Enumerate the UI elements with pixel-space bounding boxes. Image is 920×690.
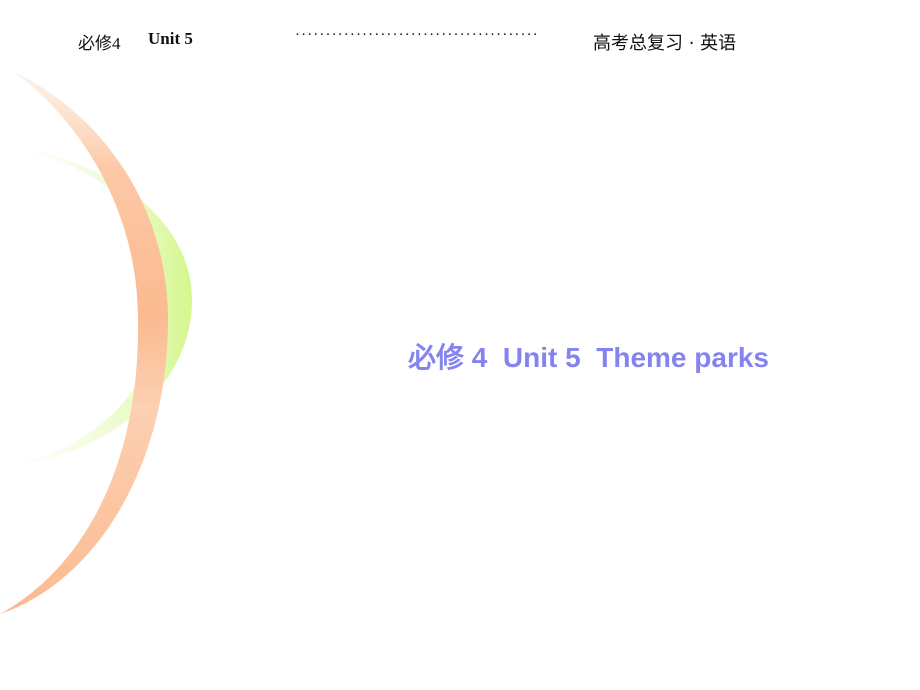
unit-label: Unit 5 (148, 29, 193, 48)
course-label: 必修4 (78, 34, 121, 53)
leader-dots: ········································ (295, 27, 539, 43)
page-header: 必修4 Unit 5 ·····························… (78, 27, 736, 54)
slide: 必修4 Unit 5 ·····························… (0, 0, 920, 690)
series-label: 高考总复习 · 英语 (593, 33, 737, 54)
slide-title: 必修 4 Unit 5 Theme parks (408, 342, 769, 373)
orange-arc-shape (0, 72, 168, 614)
